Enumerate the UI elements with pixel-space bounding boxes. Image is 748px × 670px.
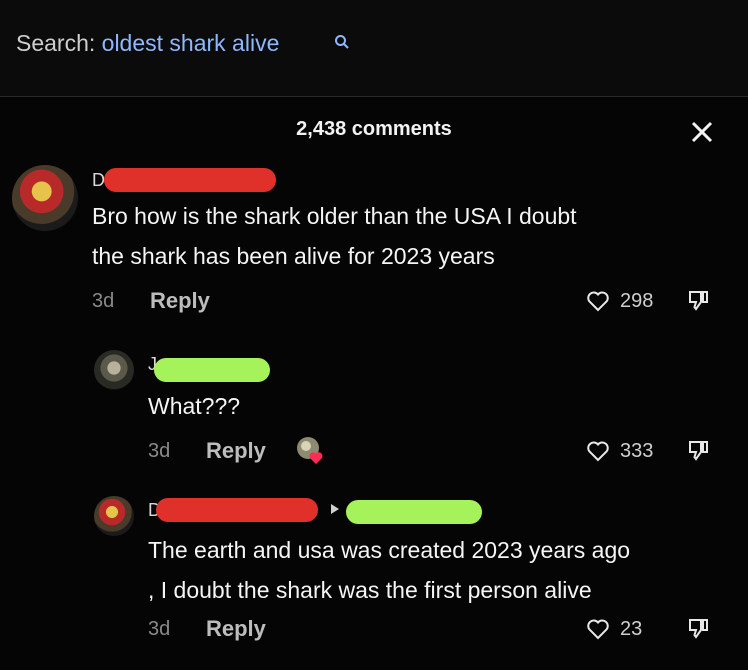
comment-text-line: What???	[148, 393, 241, 419]
redaction-bar	[104, 168, 276, 192]
redaction-bar	[346, 500, 482, 524]
creator-liked-sticker-icon	[297, 437, 323, 464]
search-label: Search: oldest shark alive	[16, 30, 279, 57]
heart-icon[interactable]	[586, 618, 610, 640]
dislike-icon[interactable]	[686, 288, 710, 312]
search-prefix: Search:	[16, 30, 96, 56]
reply-button[interactable]: Reply	[150, 288, 210, 314]
search-bar[interactable]: Search: oldest shark alive	[0, 0, 748, 97]
avatar[interactable]	[12, 165, 78, 231]
reply-arrow-icon	[331, 504, 339, 514]
comment-text-line: The earth and usa was created 2023 years…	[148, 537, 631, 563]
timestamp: 3d	[92, 290, 115, 312]
timestamp: 3d	[148, 618, 171, 640]
avatar[interactable]	[94, 496, 134, 536]
heart-icon[interactable]	[586, 290, 610, 312]
reply-button[interactable]: Reply	[206, 438, 266, 464]
like-count: 23	[620, 618, 643, 640]
comment-text: The earth and usa was created 2023 years…	[148, 530, 738, 610]
heart-icon[interactable]	[586, 440, 610, 462]
timestamp: 3d	[148, 440, 171, 462]
reply-button[interactable]: Reply	[206, 616, 266, 642]
comment-text: Bro how is the shark older than the USA …	[92, 196, 712, 276]
comment-text-line: the shark has been alive for 2023 years	[92, 243, 495, 269]
redaction-bar	[156, 498, 318, 522]
comment-text: What???	[148, 386, 688, 426]
dislike-icon[interactable]	[686, 438, 710, 462]
redaction-bar	[154, 358, 270, 382]
avatar[interactable]	[94, 350, 134, 390]
like-count: 333	[620, 440, 654, 462]
comment-count: 2,438 comments	[296, 118, 452, 140]
comment-text-line: , I doubt the shark was the first person…	[148, 577, 592, 603]
search-query[interactable]: oldest shark alive	[102, 30, 280, 56]
dislike-icon[interactable]	[686, 616, 710, 640]
like-count: 298	[620, 290, 654, 312]
search-icon[interactable]	[334, 34, 350, 50]
close-icon[interactable]	[688, 118, 716, 146]
comment-text-line: Bro how is the shark older than the USA …	[92, 203, 577, 229]
